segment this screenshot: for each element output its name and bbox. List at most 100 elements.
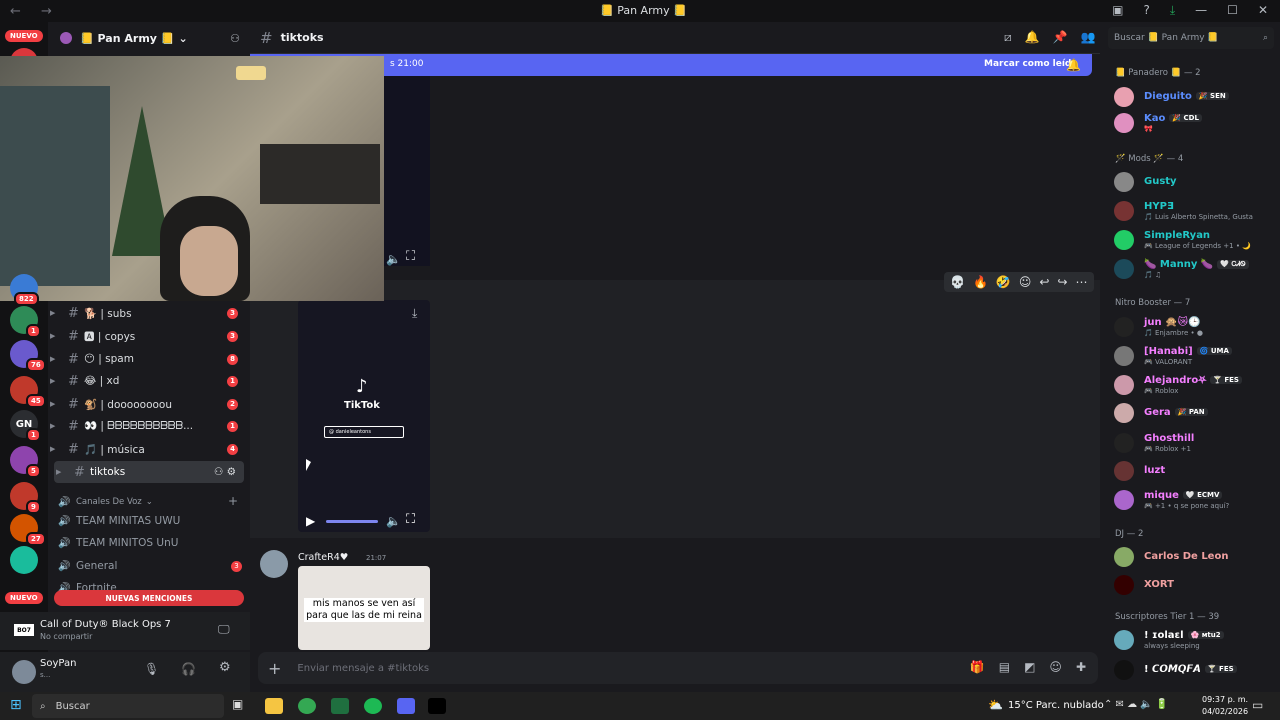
sticker-icon[interactable]: ◩ xyxy=(1024,660,1035,674)
member-item[interactable]: luzt xyxy=(1104,458,1280,484)
play-icon[interactable]: ▶ xyxy=(306,514,315,528)
channel-4[interactable]: ▶ # 🐒 | doooooooou 2 xyxy=(48,393,250,415)
weather-text[interactable]: 15°C Parc. nublado xyxy=(1008,700,1104,711)
channel-3[interactable]: ▶ # 😂 | xd 1 xyxy=(48,370,250,392)
volume-slider[interactable] xyxy=(326,520,378,523)
message-author[interactable]: CrafteR4♥ xyxy=(298,552,348,563)
server-header[interactable]: 📒 Pan Army 📒 ⌄ ⚇ xyxy=(48,22,250,54)
headset-icon[interactable]: 🎧 xyxy=(181,662,196,676)
member-item[interactable]: ! 𝘾𝙊𝙈𝙌𝙁𝘼 🍸 FES xyxy=(1104,657,1280,683)
skull-reaction-icon[interactable]: 💀 xyxy=(950,275,965,289)
gift-icon[interactable]: 🎁 xyxy=(970,660,985,674)
avatar[interactable] xyxy=(12,660,36,684)
member-item[interactable]: 🍆 Manny 🍆 🤍 ᏟᏗᏫ 🎵 ♫ xyxy=(1104,256,1280,282)
channel-label: 🐕 | subs xyxy=(84,307,132,320)
add-attachment-icon[interactable]: + xyxy=(268,659,281,678)
volume-icon[interactable]: 🔈 xyxy=(386,252,401,266)
member-item[interactable]: ! ɪolaɛl 🌸 ᴍtu2 always sleeping xyxy=(1104,627,1280,653)
chevron-icon: ▶ xyxy=(50,422,56,430)
member-item[interactable]: Gusty xyxy=(1104,169,1280,195)
fullscreen-icon[interactable]: ⛶ xyxy=(406,512,415,527)
nav-arrows[interactable]: ← → xyxy=(10,4,60,19)
gif-icon[interactable]: ▤ xyxy=(999,660,1010,674)
tiktok-video[interactable]: ⤓ ♪ TikTok @ danieleantons ▶ 🔈 ⛶ xyxy=(298,300,430,532)
download-icon[interactable]: ⤓ xyxy=(1170,3,1175,18)
member-item[interactable]: mique 🤍 ECMV 🎮 +1 • q se pone aquí? xyxy=(1104,487,1280,513)
avatar[interactable] xyxy=(260,550,288,578)
more-icon[interactable]: ⋯ xyxy=(1076,275,1088,289)
member-item[interactable]: Alejandro⛧ 🍸 FES 🎮 Roblox xyxy=(1104,372,1280,398)
discord-icon[interactable] xyxy=(397,698,415,714)
gift-icon[interactable]: ▣ xyxy=(1112,3,1123,18)
channel-5[interactable]: ▶ # 👀 | ᗷᗷᗷᗷᗷᗷᗷᗷᗷᗷ... 1 xyxy=(48,415,250,437)
forward-icon[interactable]: ↪ xyxy=(1057,275,1067,289)
add-reaction-icon[interactable]: ☺ xyxy=(1019,275,1032,289)
channel-0[interactable]: ▶ # 🐕 | subs 3 xyxy=(48,302,250,324)
voice-category[interactable]: 🔊 Canales De Voz ⌄ xyxy=(58,492,153,512)
fullscreen-icon[interactable]: ⛶ xyxy=(406,249,415,264)
cod-icon[interactable] xyxy=(428,698,446,714)
notifications-icon[interactable]: ▭ xyxy=(1252,698,1263,712)
server-icon[interactable] xyxy=(10,546,38,574)
task-view-icon[interactable]: ▣ xyxy=(232,697,250,713)
file-explorer-icon[interactable] xyxy=(265,698,283,714)
members-icon[interactable]: 👥 xyxy=(1081,30,1096,45)
voice-channel-2[interactable]: 🔊 General 3 xyxy=(58,556,244,576)
add-channel-icon[interactable]: + xyxy=(228,494,238,508)
channel-2[interactable]: ▶ # 😶 | spam 8 xyxy=(48,348,250,370)
message-composer[interactable]: + Enviar mensaje a #tiktoks 🎁 ▤ ◩ ☺ ✚ xyxy=(258,652,1098,684)
member-item[interactable]: Ghosthill 🎮 Roblox +1 xyxy=(1104,430,1280,456)
excel-icon[interactable] xyxy=(331,698,349,714)
member-item[interactable]: Dieguito 🎉 SEN xyxy=(1104,84,1280,110)
spotify-icon[interactable] xyxy=(364,698,382,714)
volume-icon[interactable]: 🔈 xyxy=(386,514,401,528)
laugh-reaction-icon[interactable]: 🤣 xyxy=(996,275,1011,289)
apps-icon[interactable]: ✚ xyxy=(1076,660,1086,674)
fire-reaction-icon[interactable]: 🔥 xyxy=(973,275,988,289)
add-member-icon[interactable]: ⚇ xyxy=(230,32,240,45)
member-item[interactable]: jun 🙊😿🕒 🎵 Enjambre • ● xyxy=(1104,314,1280,340)
tray-icons[interactable]: ⌃ ✉ ☁ 🔈 🔋 xyxy=(1104,699,1168,710)
help-icon[interactable]: ? xyxy=(1143,3,1149,18)
member-item[interactable]: SimpleRyan 🎮 League of Legends +1 • 🌙 xyxy=(1104,227,1280,253)
bell-icon[interactable]: 🔔 xyxy=(1025,30,1040,45)
settings-icon[interactable]: ⚙ xyxy=(219,660,231,675)
channel-6[interactable]: ▶ # 🎵 | música 4 xyxy=(48,438,250,460)
channel-label: 🎵 | música xyxy=(84,443,145,456)
unread-count: 1 xyxy=(227,420,238,432)
new-pill-bottom[interactable]: NUEVO xyxy=(5,592,43,604)
new-pill[interactable]: NUEVO xyxy=(5,30,43,42)
member-item[interactable]: Gera 🎉 PAN xyxy=(1104,400,1280,426)
clock-date[interactable]: 04/02/2026 xyxy=(1202,707,1248,716)
voice-channel-0[interactable]: 🔊 TEAM MINITAS UWU xyxy=(58,511,244,531)
mark-read-button[interactable]: Marcar como leído xyxy=(984,59,1078,69)
chevron-down-icon: ⌄ xyxy=(178,31,188,45)
search-input[interactable]: Buscar 📒 Pan Army 📒 ⌕ xyxy=(1108,27,1274,49)
pin-icon[interactable]: 📌 xyxy=(1053,30,1068,45)
channel-1[interactable]: ▶ # 🅰 | copys 3 xyxy=(48,325,250,347)
member-item[interactable]: HYPƎ 🎵 Luis Alberto Spinetta, Gusta xyxy=(1104,198,1280,224)
member-item[interactable]: Kao 🎉 CDL 🎀 xyxy=(1104,110,1280,136)
minimize-icon[interactable]: — xyxy=(1195,3,1207,18)
member-item[interactable]: [Hanabi] 🌀 UMA 🎮 VALORANT xyxy=(1104,343,1280,369)
video-thumbnail[interactable]: mis manos se ven así para que las de mi … xyxy=(298,566,430,650)
mentions-banner[interactable]: NUEVAS MENCIONES xyxy=(54,590,244,606)
emoji-icon[interactable]: ☺ xyxy=(1049,660,1062,674)
close-icon[interactable]: ✕ xyxy=(1258,3,1268,18)
clock-time[interactable]: 09:37 p. m. xyxy=(1202,695,1248,704)
channel-7[interactable]: ▶ # tiktoks ⚇ ⚙ xyxy=(54,461,244,483)
mic-icon[interactable]: 🎙 xyxy=(144,662,159,676)
download-icon[interactable]: ⤓ xyxy=(412,306,417,321)
stream-icon[interactable]: 🖵 xyxy=(218,622,230,637)
taskbar-search[interactable]: ⌕ Buscar xyxy=(32,694,224,718)
member-item[interactable]: Carlos De Leon xyxy=(1104,544,1280,570)
channel-settings-icon[interactable]: ⚇ ⚙ xyxy=(214,466,236,478)
windows-start-icon[interactable]: ⊞ xyxy=(10,697,22,713)
reply-icon[interactable]: ↩ xyxy=(1039,275,1049,289)
maximize-icon[interactable]: ☐ xyxy=(1227,3,1238,18)
threads-icon[interactable]: ⧄ xyxy=(1004,30,1012,45)
message-toolbar: 💀 🔥 🤣 ☺ ↩ ↪ ⋯ xyxy=(944,272,1094,292)
chrome-icon[interactable] xyxy=(298,698,316,714)
member-item[interactable]: XORT xyxy=(1104,572,1280,598)
voice-channel-1[interactable]: 🔊 TEAM MINITOS UnU xyxy=(58,533,244,553)
